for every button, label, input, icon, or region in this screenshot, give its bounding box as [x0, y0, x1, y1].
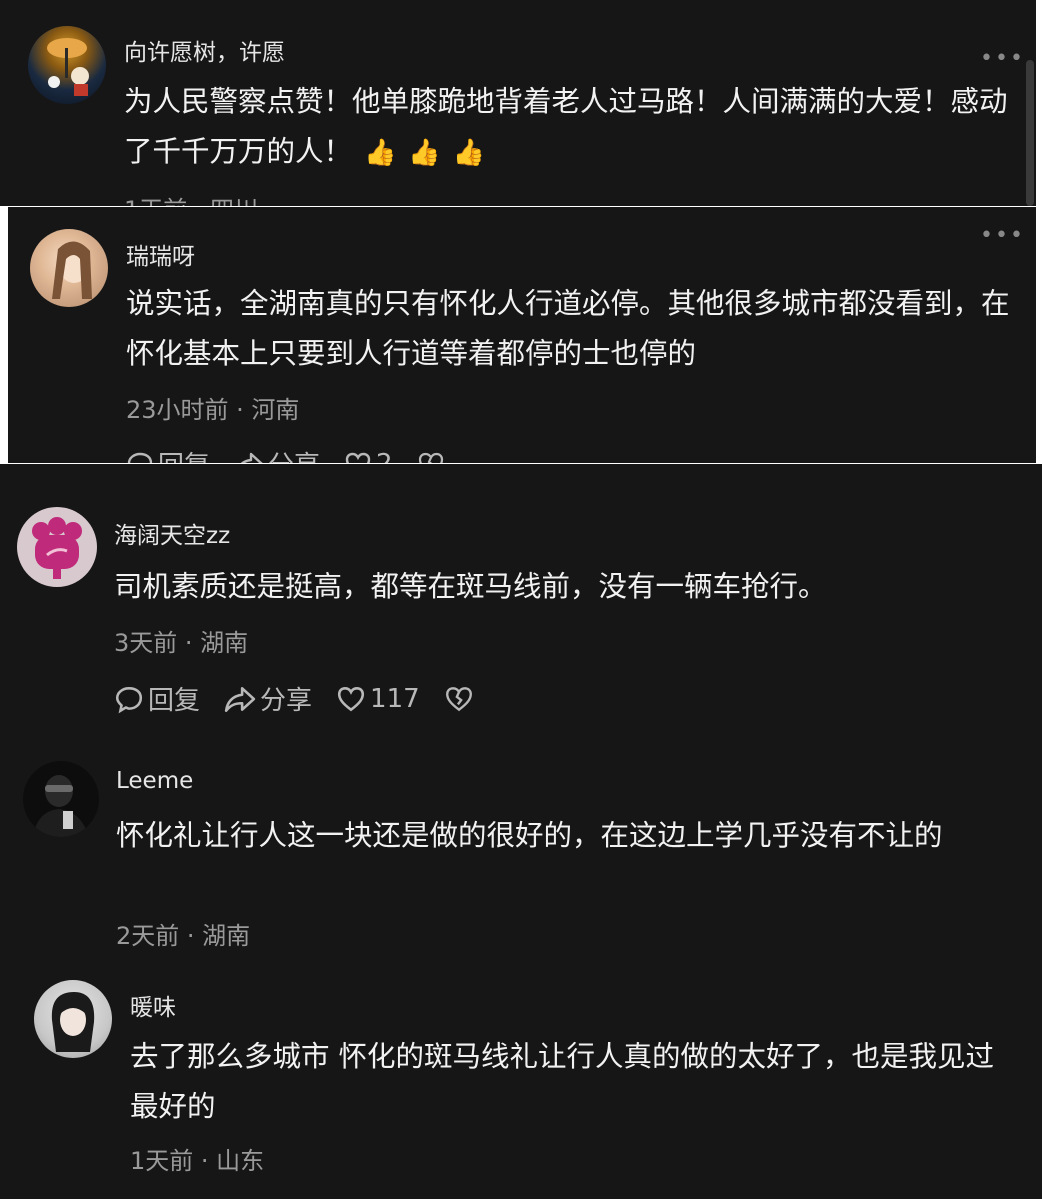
avatar-image-icon	[51, 992, 95, 1052]
comment-meta: 1天前 · 四川	[124, 190, 258, 206]
share-button[interactable]: 分享	[224, 680, 312, 717]
comment-meta: 2天前 · 湖南	[116, 922, 251, 950]
comment-actions: 回复 分享 2	[126, 445, 473, 463]
share-label: 分享	[268, 445, 320, 463]
reply-label: 回复	[158, 445, 210, 463]
more-dots-icon[interactable]: •••	[980, 223, 1025, 248]
avatar[interactable]	[17, 507, 97, 587]
like-count: 117	[370, 683, 420, 714]
comment-body: 司机素质还是挺高，都等在斑马线前，没有一辆车抢行。	[114, 570, 827, 603]
comment-meta: 1天前 · 山东	[130, 1147, 265, 1175]
more-dots-icon[interactable]: •••	[980, 46, 1025, 71]
share-icon	[224, 686, 256, 712]
comment-actions: 回复 分享 117	[114, 680, 502, 717]
dislike-button[interactable]	[417, 450, 449, 463]
reply-icon	[115, 686, 143, 713]
comment-meta: 3天前 · 湖南	[114, 629, 249, 657]
like-button[interactable]: 117	[336, 684, 420, 714]
avatar[interactable]	[34, 980, 112, 1058]
avatar-image-icon	[47, 38, 89, 96]
reply-label: 回复	[148, 686, 201, 716]
broken-heart-icon	[445, 686, 472, 711]
screenshot-collage: 向许愿树，许愿 ••• 为人民警察点赞！他单膝跪地背着老人过马路！人间满满的大爱…	[0, 0, 1042, 1200]
thumbs-up-icon: 👍	[408, 138, 441, 168]
avatar[interactable]	[28, 26, 106, 104]
avatar[interactable]	[23, 761, 99, 837]
share-label: 分享	[260, 686, 313, 716]
share-icon	[240, 452, 264, 463]
thumbs-up-icon: 👍	[452, 138, 486, 168]
thumbs-up-icon: 👍	[364, 138, 397, 168]
comment-panel-2: 瑞瑞呀 ••• 说实话，全湖南真的只有怀化人行道必停。其他很多城市都没看到，在怀…	[8, 207, 1036, 463]
share-button[interactable]: 分享	[234, 445, 320, 463]
reply-icon	[127, 452, 153, 463]
dislike-button[interactable]	[444, 684, 478, 714]
avatar-image-icon	[52, 241, 92, 299]
reply-button[interactable]: 回复	[126, 445, 210, 463]
reply-button[interactable]: 回复	[114, 680, 200, 717]
avatar-image-icon	[33, 775, 89, 837]
scrollbar[interactable]	[1026, 60, 1034, 206]
comment-panel-1: 向许愿树，许愿 ••• 为人民警察点赞！他单膝跪地背着老人过马路！人间满满的大爱…	[0, 0, 1036, 206]
broken-heart-icon	[418, 452, 443, 463]
heart-icon	[345, 452, 371, 463]
username[interactable]: 海阔天空zz	[114, 516, 230, 550]
username[interactable]: Leeme	[116, 768, 193, 794]
heart-icon	[337, 686, 365, 711]
comment-body: 怀化礼让行人这一块还是做的很好的，在这边上学几乎没有不让的	[116, 819, 943, 852]
username[interactable]: 暖味	[130, 988, 176, 1022]
like-button[interactable]: 2	[344, 449, 393, 464]
comment-body: 去了那么多城市 怀化的斑马线礼让行人真的做的太好了，也是我见过最好的	[130, 1040, 995, 1123]
comment-meta: 23小时前 · 河南	[126, 396, 300, 424]
like-count: 2	[376, 449, 393, 464]
comment-body: 为人民警察点赞！他单膝跪地背着老人过马路！人间满满的大爱！感动了千千万万的人！	[124, 85, 1008, 168]
avatar-image-icon	[32, 517, 82, 579]
avatar[interactable]	[30, 229, 108, 307]
comment-panel-3: 海阔天空zz 司机素质还是挺高，都等在斑马线前，没有一辆车抢行。 3天前 · 湖…	[0, 464, 1042, 1199]
username[interactable]: 瑞瑞呀	[126, 237, 195, 271]
username[interactable]: 向许愿树，许愿	[124, 33, 285, 67]
comment-text: 为人民警察点赞！他单膝跪地背着老人过马路！人间满满的大爱！感动了千千万万的人！ 👍…	[124, 77, 1014, 178]
comment-body: 说实话，全湖南真的只有怀化人行道必停。其他很多城市都没看到，在怀化基本上只要到人…	[126, 287, 1010, 370]
